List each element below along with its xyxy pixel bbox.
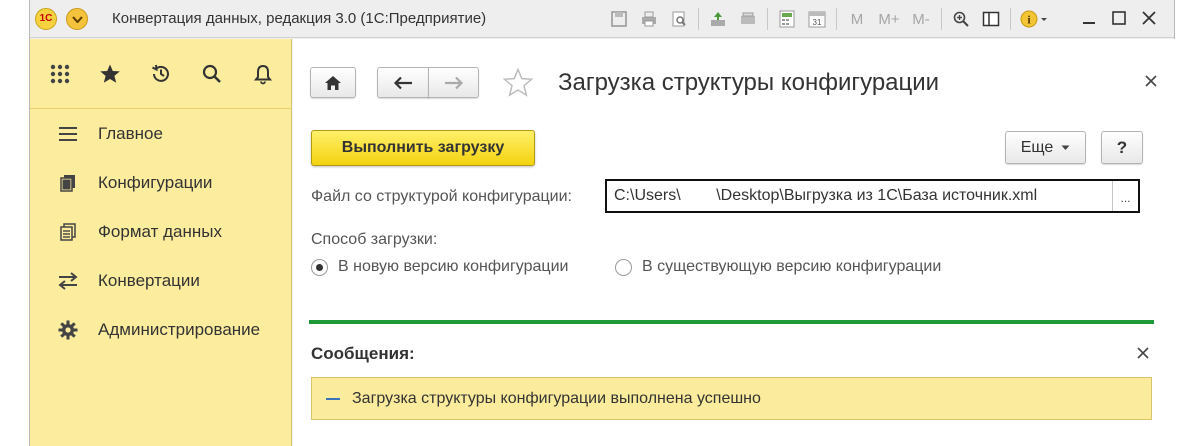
help-button[interactable]: ?	[1101, 131, 1143, 164]
back-button[interactable]	[377, 67, 429, 98]
more-button[interactable]: Еще	[1005, 131, 1086, 164]
arrow-left-icon	[393, 76, 412, 89]
sidebar-item-configurations[interactable]: Конфигурации	[30, 158, 291, 207]
scanner-icon[interactable]	[737, 8, 759, 30]
print-preview-icon[interactable]	[668, 8, 690, 30]
minimize-icon[interactable]	[1074, 6, 1104, 30]
history-icon[interactable]	[150, 63, 172, 85]
swap-arrows-icon	[58, 271, 78, 291]
toolbar-separator	[941, 8, 942, 30]
message-item[interactable]: Загрузка структуры конфигурации выполнен…	[311, 377, 1152, 420]
app-logo-icon: 1С	[35, 8, 57, 30]
file-path-value[interactable]: C:\Users\ \Desktop\Выгрузка из 1С\База и…	[607, 187, 1112, 205]
file-field-label: Файл со структурой конфигурации:	[311, 188, 572, 205]
radio-new-version[interactable]: В новую версию конфигурации	[311, 258, 568, 276]
toolbar-separator	[1010, 8, 1011, 30]
gear-icon	[58, 320, 78, 340]
zoom-icon[interactable]	[950, 8, 972, 30]
close-messages-icon[interactable]	[1137, 344, 1149, 364]
sidebar-item-label: Формат данных	[98, 221, 222, 241]
sidebar-item-data-format[interactable]: Формат данных	[30, 207, 291, 256]
close-form-icon[interactable]	[1145, 71, 1157, 92]
splitter-bar[interactable]	[309, 320, 1154, 324]
svg-text:31: 31	[813, 18, 822, 27]
toolbar-separator	[836, 8, 837, 30]
calculator-icon[interactable]	[776, 8, 798, 30]
toolbar-separator	[767, 8, 768, 30]
main-menu-button[interactable]	[66, 8, 88, 30]
page-title: Загрузка структуры конфигурации	[558, 69, 940, 96]
radio-label: В существующую версию конфигурации	[642, 258, 942, 275]
message-text: Загрузка структуры конфигурации выполнен…	[352, 389, 761, 407]
sidebar-item-administration[interactable]: Администрирование	[30, 305, 291, 354]
calendar-icon[interactable]: 31	[806, 8, 828, 30]
home-button[interactable]	[310, 67, 356, 98]
info-icon[interactable]: i	[1019, 8, 1049, 30]
format-doc-icon	[58, 222, 78, 242]
forward-button[interactable]	[428, 67, 479, 98]
print-icon[interactable]	[638, 8, 660, 30]
title-bar: 1С Конвертация данных, редакция 3.0 (1С:…	[30, 0, 1174, 38]
panel-layout-icon[interactable]	[980, 8, 1002, 30]
sidebar-item-label: Администрирование	[98, 319, 261, 339]
sidebar: Главное Конфигурации Формат данных Конве…	[30, 39, 292, 446]
close-icon[interactable]	[1134, 6, 1164, 30]
maximize-icon[interactable]	[1104, 6, 1134, 30]
run-import-button[interactable]: Выполнить загрузку	[311, 130, 535, 166]
chevron-down-icon	[1061, 145, 1070, 150]
upload-icon[interactable]	[707, 8, 729, 30]
radio-existing-version[interactable]: В существующую версию конфигурации	[615, 258, 941, 276]
dash-icon	[326, 397, 340, 400]
window-title: Конвертация данных, редакция 3.0 (1С:Пре…	[112, 10, 487, 27]
sidebar-item-label: Конфигурации	[98, 172, 213, 192]
memory-add-button[interactable]: M+	[877, 8, 901, 30]
import-mode-label: Способ загрузки:	[311, 231, 438, 248]
file-path-field[interactable]: C:\Users\ \Desktop\Выгрузка из 1С\База и…	[605, 179, 1140, 213]
home-icon	[325, 75, 341, 90]
favorite-star-icon[interactable]	[502, 67, 534, 99]
window-controls	[1074, 6, 1164, 30]
documents-icon	[58, 173, 78, 193]
memory-store-button[interactable]: M	[845, 8, 869, 30]
file-select-button[interactable]: ...	[1112, 181, 1138, 211]
more-button-label: Еще	[1020, 138, 1054, 156]
star-icon[interactable]	[99, 63, 121, 85]
bell-icon[interactable]	[252, 63, 274, 85]
form-panel: Загрузка структуры конфигурации Выполнит…	[293, 39, 1175, 446]
sidebar-item-label: Конвертации	[98, 270, 200, 290]
sidebar-item-main[interactable]: Главное	[30, 109, 291, 158]
memory-subtract-button[interactable]: M-	[909, 8, 933, 30]
radio-button-selected[interactable]	[311, 258, 328, 276]
toolbar-separator	[698, 8, 699, 30]
search-icon[interactable]	[201, 63, 223, 85]
apps-grid-icon[interactable]	[50, 63, 70, 85]
radio-button[interactable]	[615, 258, 632, 276]
title-toolbar: 31 M M+ M- i	[608, 6, 1057, 32]
arrow-right-icon	[444, 76, 463, 89]
sidebar-item-label: Главное	[98, 123, 163, 143]
radio-label: В новую версию конфигурации	[338, 258, 569, 275]
chevron-down-icon	[72, 16, 83, 23]
sidebar-toolbar	[30, 39, 291, 109]
app-window: 1С Конвертация данных, редакция 3.0 (1С:…	[29, 0, 1175, 446]
sidebar-item-conversions[interactable]: Конвертации	[30, 256, 291, 305]
menu-lines-icon	[58, 124, 78, 144]
messages-title: Сообщения:	[311, 344, 415, 363]
save-icon[interactable]	[608, 8, 630, 30]
